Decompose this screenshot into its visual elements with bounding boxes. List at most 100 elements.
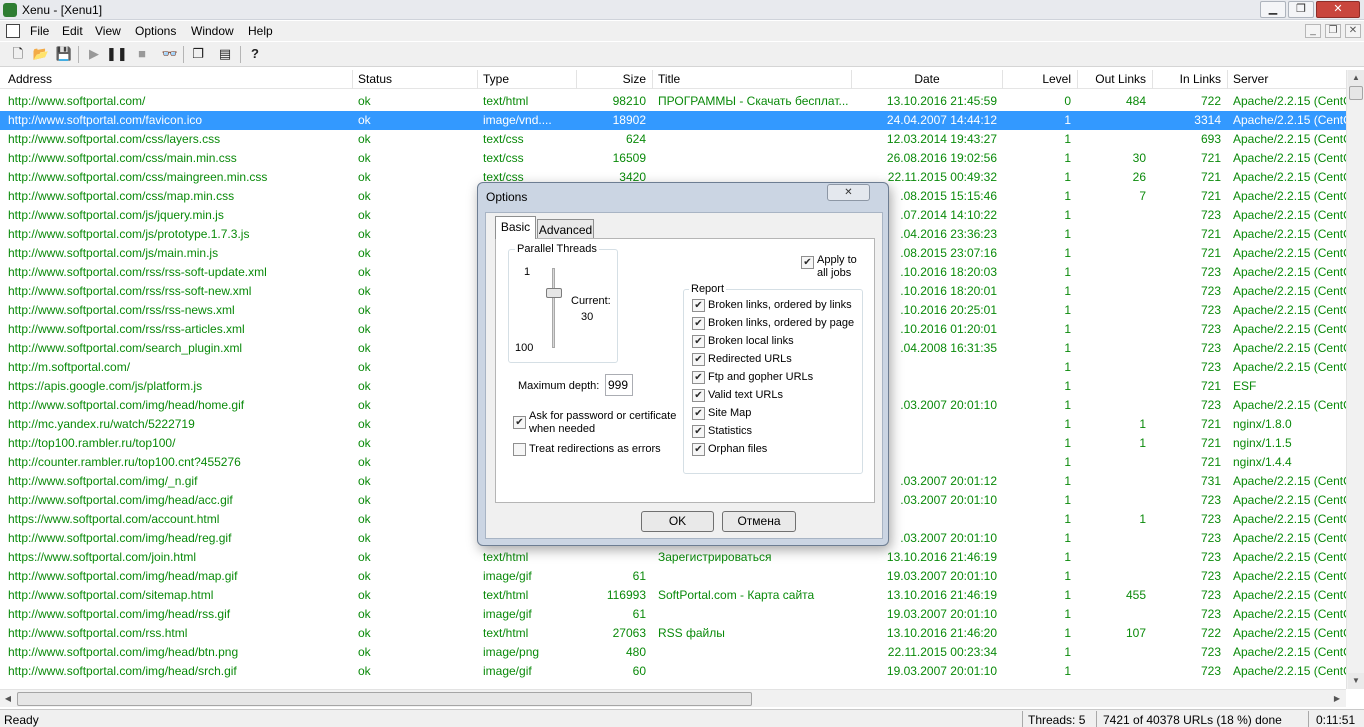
cell-status: ok	[358, 94, 371, 108]
ask-password-checkbox[interactable]: ✔	[513, 416, 526, 429]
max-depth-input[interactable]: 999	[605, 374, 633, 396]
vertical-scrollbar[interactable]: ▲ ▼	[1346, 70, 1364, 689]
column-header-level[interactable]: Level	[1008, 72, 1071, 86]
scroll-up-arrow-icon[interactable]: ▲	[1348, 70, 1364, 86]
close-button[interactable]: ✕	[1316, 1, 1360, 18]
cell-title: SoftPortal.com - Карта сайта	[658, 588, 815, 602]
report-option-checkbox[interactable]: ✔	[692, 353, 705, 366]
column-divider[interactable]	[851, 70, 852, 89]
table-row[interactable]: http://www.softportal.com/rss.html ok text…	[0, 624, 1346, 643]
column-divider[interactable]	[1077, 70, 1078, 89]
column-header-size[interactable]: Size	[600, 72, 646, 86]
cell-in-links: 723	[1200, 360, 1221, 374]
cell-type: image/gif	[483, 664, 532, 678]
tab-advanced[interactable]: Advanced	[537, 219, 594, 238]
column-header-address[interactable]: Address	[8, 72, 52, 86]
table-row[interactable]: http://www.softportal.com/img/head/map.g…	[0, 567, 1346, 586]
play-icon[interactable]: ▶	[84, 44, 104, 64]
cell-server: nginx/1.8.0	[1233, 417, 1292, 431]
column-divider[interactable]	[652, 70, 653, 89]
column-header-server[interactable]: Server	[1233, 72, 1268, 86]
table-row[interactable]: http://www.softportal.com/img/head/rss.g…	[0, 605, 1346, 624]
cell-address: https://apis.google.com/js/platform.js	[8, 379, 203, 393]
column-divider[interactable]	[1002, 70, 1003, 89]
cell-size: 624	[625, 132, 646, 146]
column-header-date[interactable]: Date	[857, 72, 997, 86]
pause-icon[interactable]: ❚❚	[106, 44, 128, 64]
cell-in-links: 723	[1200, 531, 1221, 545]
column-header-title[interactable]: Title	[658, 72, 680, 86]
table-row[interactable]: http://www.softportal.com/css/layers.css…	[0, 130, 1346, 149]
scroll-down-arrow-icon[interactable]: ▼	[1348, 673, 1364, 689]
cell-server: Apache/2.2.15 (CentO	[1233, 569, 1346, 583]
column-divider[interactable]	[576, 70, 577, 89]
report-option-checkbox[interactable]: ✔	[692, 317, 705, 330]
new-icon[interactable]: 🗋	[8, 44, 28, 64]
cell-server: ESF	[1233, 379, 1257, 393]
column-header-in-links[interactable]: In Links	[1158, 72, 1221, 86]
document-icon[interactable]	[6, 24, 20, 38]
cancel-button[interactable]: Отмена	[722, 511, 796, 532]
minimize-button[interactable]: ▁	[1260, 1, 1286, 18]
find-binoculars-icon[interactable]: 👓	[160, 44, 180, 64]
menu-window[interactable]: Window	[191, 24, 234, 38]
treat-redirections-checkbox[interactable]	[513, 443, 526, 456]
tab-basic[interactable]: Basic	[495, 216, 536, 239]
column-divider[interactable]	[1227, 70, 1228, 89]
open-folder-icon[interactable]: 📂	[31, 44, 51, 64]
stop-icon[interactable]: ■	[132, 44, 152, 64]
table-row[interactable]: http://www.softportal.com/img/head/btn.p…	[0, 643, 1346, 662]
properties-icon[interactable]: ▤	[215, 44, 235, 64]
menu-help[interactable]: Help	[248, 24, 273, 38]
maximize-button[interactable]: ❐	[1288, 1, 1314, 18]
cell-address: http://mc.yandex.ru/watch/5222719	[8, 417, 195, 431]
child-minimize-button[interactable]: _	[1305, 24, 1321, 38]
scroll-right-arrow-icon[interactable]: ▶	[1329, 691, 1345, 707]
threads-slider-thumb[interactable]	[546, 288, 562, 299]
table-row[interactable]: http://www.softportal.com/sitemap.html ok…	[0, 586, 1346, 605]
table-row[interactable]: http://www.softportal.com/ok text/html 982…	[0, 92, 1346, 111]
table-row[interactable]: http://www.softportal.com/img/head/srch.…	[0, 662, 1346, 681]
report-option-checkbox[interactable]: ✔	[692, 389, 705, 402]
table-row[interactable]: http://www.softportal.com/favicon.ico ok i…	[0, 111, 1346, 130]
cell-date: 13.10.2016 21:46:19	[886, 588, 997, 602]
report-option-checkbox[interactable]: ✔	[692, 425, 705, 438]
threads-slider-track[interactable]	[552, 268, 555, 348]
column-header-type[interactable]: Type	[483, 72, 509, 86]
apply-all-jobs-checkbox[interactable]: ✔	[801, 256, 814, 269]
vertical-scroll-thumb[interactable]	[1349, 86, 1363, 100]
column-divider[interactable]	[352, 70, 353, 89]
column-header-status[interactable]: Status	[358, 72, 392, 86]
report-option-checkbox[interactable]: ✔	[692, 407, 705, 420]
horizontal-scrollbar[interactable]: ◀ ▶	[0, 689, 1346, 707]
cell-size: 116993	[606, 588, 646, 602]
column-divider[interactable]	[477, 70, 478, 89]
table-row[interactable]: http://www.softportal.com/css/main.min.c…	[0, 149, 1346, 168]
cell-server: Apache/2.2.15 (CentO	[1233, 94, 1346, 108]
cell-level: 1	[1064, 360, 1071, 374]
menu-edit[interactable]: Edit	[62, 24, 83, 38]
report-option-checkbox[interactable]: ✔	[692, 443, 705, 456]
cell-server: Apache/2.2.15 (CentO	[1233, 151, 1346, 165]
help-icon[interactable]: ?	[245, 44, 265, 64]
table-row[interactable]: https://www.softportal.com/join.html ok te…	[0, 548, 1346, 567]
horizontal-scroll-thumb[interactable]	[17, 692, 752, 706]
dialog-close-icon[interactable]: ✕	[827, 184, 870, 201]
menu-options[interactable]: Options	[135, 24, 176, 38]
menu-file[interactable]: File	[30, 24, 49, 38]
copy-icon[interactable]: ❐	[188, 44, 208, 64]
menu-view[interactable]: View	[95, 24, 121, 38]
report-option-checkbox[interactable]: ✔	[692, 299, 705, 312]
column-header-out-links[interactable]: Out Links	[1083, 72, 1146, 86]
ok-button[interactable]: OK	[641, 511, 714, 532]
cell-status: ok	[358, 493, 371, 507]
child-restore-button[interactable]: ❐	[1325, 24, 1341, 38]
cell-date: 13.10.2016 21:46:19	[886, 550, 997, 564]
save-icon[interactable]: 💾	[54, 44, 74, 64]
cell-date: 22.11.2015 00:23:34	[887, 645, 997, 659]
column-divider[interactable]	[1152, 70, 1153, 89]
report-option-checkbox[interactable]: ✔	[692, 371, 705, 384]
report-option-checkbox[interactable]: ✔	[692, 335, 705, 348]
scroll-left-arrow-icon[interactable]: ◀	[0, 691, 16, 707]
child-close-button[interactable]: ✕	[1345, 24, 1361, 38]
